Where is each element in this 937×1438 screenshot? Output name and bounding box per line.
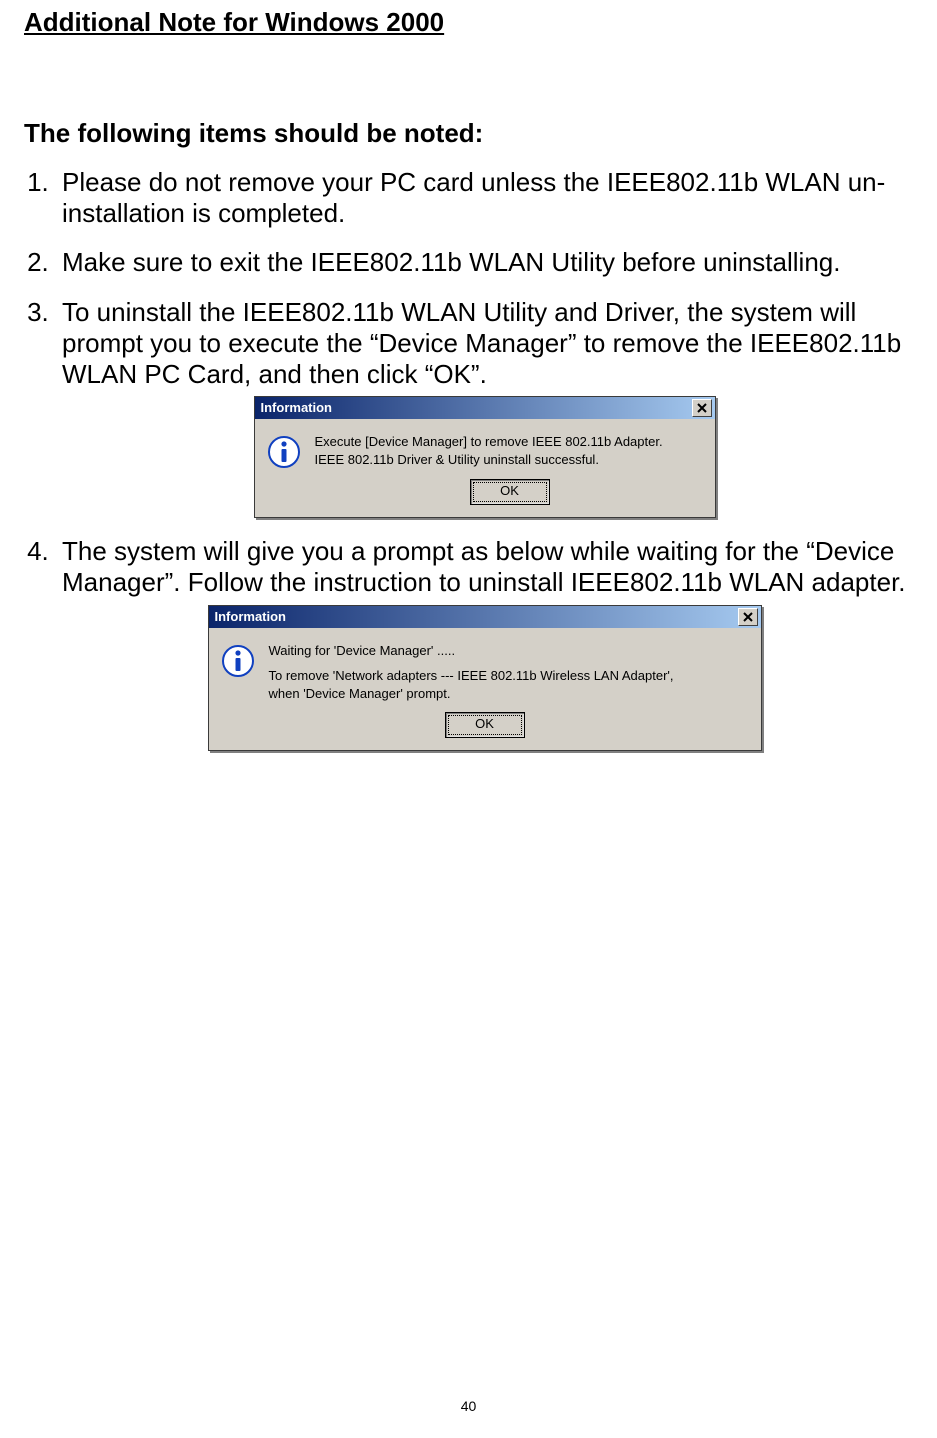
list-item: Make sure to exit the IEEE802.11b WLAN U… bbox=[56, 247, 907, 278]
list-item: The system will give you a prompt as bel… bbox=[56, 536, 907, 751]
list-item: Please do not remove your PC card unless… bbox=[56, 167, 907, 229]
titlebar: Information bbox=[255, 397, 715, 419]
dialog-information-2: Information bbox=[208, 605, 762, 752]
list-item-text: Make sure to exit the IEEE802.11b WLAN U… bbox=[62, 247, 907, 278]
dialog-wrap: Information bbox=[62, 396, 907, 518]
titlebar: Information bbox=[209, 606, 761, 628]
dialog-line: Execute [Device Manager] to remove IEEE … bbox=[315, 433, 703, 451]
numbered-list: Please do not remove your PC card unless… bbox=[24, 167, 913, 751]
dialog-line: To remove 'Network adapters --- IEEE 802… bbox=[269, 667, 749, 685]
list-item-text: To uninstall the IEEE802.11b WLAN Utilit… bbox=[62, 297, 907, 391]
close-icon[interactable] bbox=[692, 399, 712, 417]
sub-heading: The following items should be noted: bbox=[24, 117, 913, 150]
ok-button[interactable]: OK bbox=[445, 712, 525, 738]
dialog-information-1: Information bbox=[254, 396, 716, 518]
dialog-title: Information bbox=[215, 609, 287, 625]
dialog-line: Waiting for 'Device Manager' ..... bbox=[269, 642, 749, 660]
dialog-wrap: Information bbox=[62, 605, 907, 752]
page-container: Additional Note for Windows 2000 The fol… bbox=[0, 0, 937, 1438]
ok-button[interactable]: OK bbox=[470, 479, 550, 505]
button-row: OK bbox=[209, 712, 761, 750]
info-icon bbox=[267, 435, 301, 469]
list-item: To uninstall the IEEE802.11b WLAN Utilit… bbox=[56, 297, 907, 519]
dialog-line: IEEE 802.11b Driver & Utility uninstall … bbox=[315, 451, 703, 469]
button-row: OK bbox=[255, 479, 715, 517]
dialog-text: Waiting for 'Device Manager' ..... To re… bbox=[269, 642, 749, 703]
close-icon[interactable] bbox=[738, 608, 758, 626]
dialog-line: when 'Device Manager' prompt. bbox=[269, 685, 749, 703]
info-icon bbox=[221, 644, 255, 703]
list-item-text: Please do not remove your PC card unless… bbox=[62, 167, 907, 229]
page-number: 40 bbox=[0, 1398, 937, 1414]
list-item-text: The system will give you a prompt as bel… bbox=[62, 536, 907, 598]
spacer bbox=[269, 659, 749, 667]
dialog-text: Execute [Device Manager] to remove IEEE … bbox=[315, 433, 703, 469]
dialog-title: Information bbox=[261, 400, 333, 416]
dialog-body: Waiting for 'Device Manager' ..... To re… bbox=[209, 628, 761, 713]
dialog-body: Execute [Device Manager] to remove IEEE … bbox=[255, 419, 715, 479]
section-heading: Additional Note for Windows 2000 bbox=[24, 6, 913, 39]
